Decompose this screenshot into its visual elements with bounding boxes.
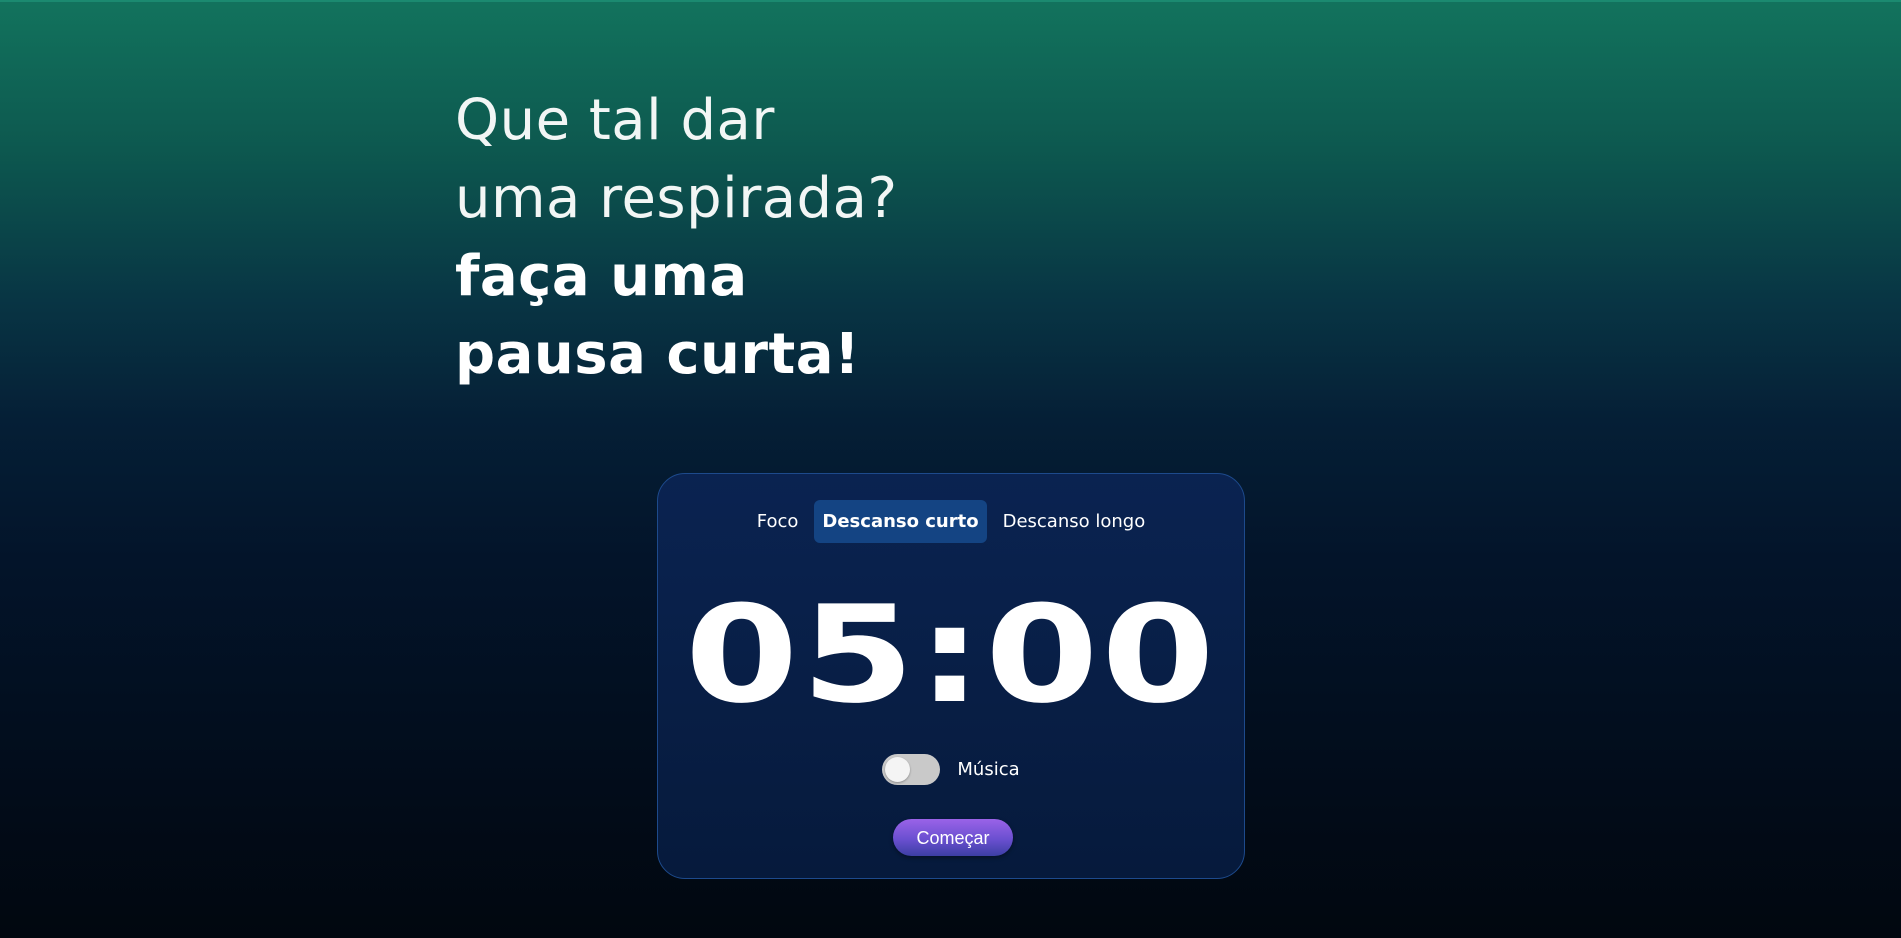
timer-card: Foco Descanso curto Descanso longo 05:00… (657, 473, 1245, 879)
headline-line-3: faça uma (455, 244, 748, 309)
tab-foco[interactable]: Foco (749, 500, 807, 543)
music-toggle[interactable] (882, 754, 941, 785)
headline-line-2: uma respirada? (455, 166, 898, 231)
music-row: Música (658, 754, 1244, 785)
music-label: Música (957, 759, 1020, 780)
tab-descanso-curto[interactable]: Descanso curto (814, 500, 987, 543)
headline-line-4: pausa curta! (455, 322, 861, 387)
timer-display: 05:00 (684, 577, 1218, 733)
headline: Que tal dar uma respirada? faça uma paus… (455, 82, 1155, 394)
toggle-knob (885, 757, 911, 782)
tab-descanso-longo[interactable]: Descanso longo (995, 500, 1154, 543)
headline-line-1: Que tal dar (455, 88, 775, 153)
top-border (0, 0, 1901, 2)
mode-tabs: Foco Descanso curto Descanso longo (658, 500, 1244, 543)
start-button[interactable]: Começar (893, 819, 1013, 856)
